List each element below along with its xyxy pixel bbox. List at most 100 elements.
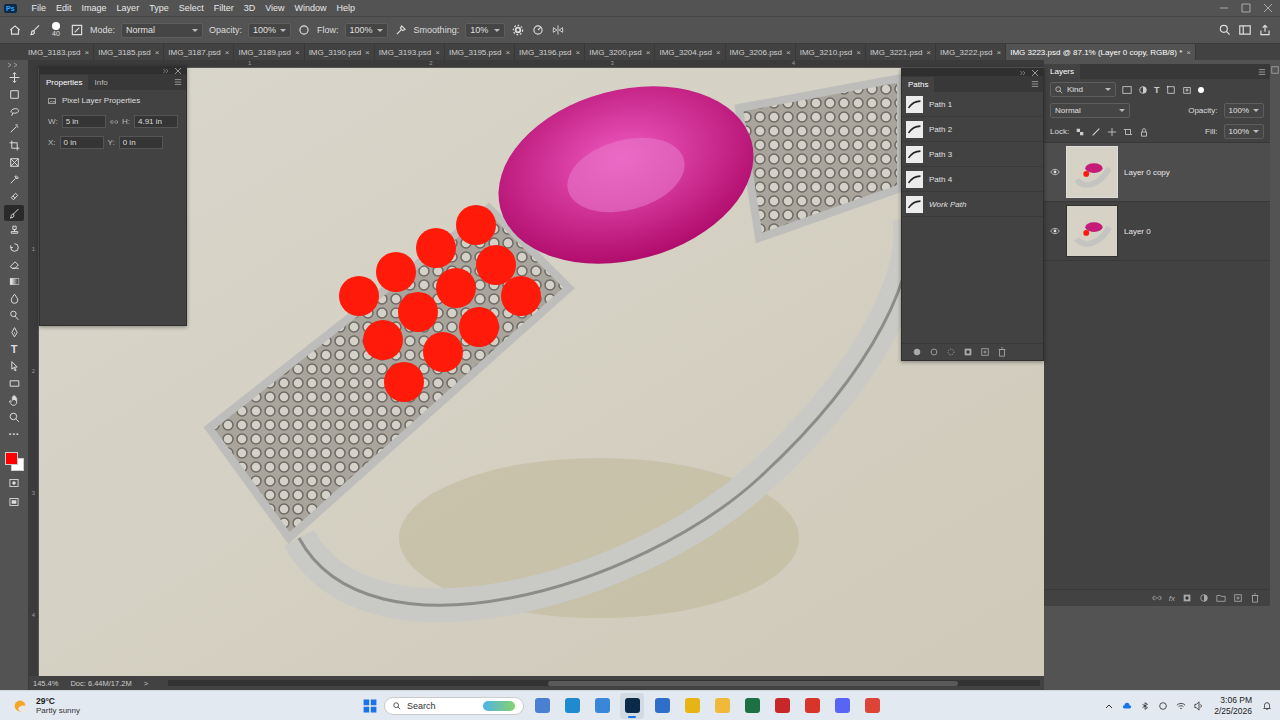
taskbar-app[interactable]: [770, 693, 794, 719]
blend-mode-select[interactable]: Normal: [1050, 103, 1130, 118]
panel-tab[interactable]: Properties: [40, 75, 88, 90]
taskbar-app[interactable]: [650, 693, 674, 719]
adjustment-filter-icon[interactable]: [1138, 85, 1148, 95]
document-tab[interactable]: IMG_3204.psd ×: [655, 44, 725, 60]
taskbar-search[interactable]: Search: [384, 697, 524, 715]
menu-item[interactable]: Filter: [209, 3, 239, 13]
document-tab[interactable]: IMG_3195.psd ×: [445, 44, 515, 60]
tool-button[interactable]: [4, 239, 24, 255]
photoshop-logo[interactable]: Ps: [4, 4, 17, 13]
tool-button[interactable]: [4, 409, 24, 425]
ruler-origin[interactable]: [29, 60, 39, 68]
cloud-icon[interactable]: [1122, 701, 1132, 711]
screen-mode-icon[interactable]: [7, 495, 21, 509]
tab-close-button[interactable]: ×: [786, 48, 791, 57]
document-tab[interactable]: IMG_3200.psd ×: [585, 44, 655, 60]
panel-menu-icon[interactable]: [1031, 80, 1039, 88]
panel-collapse-bar[interactable]: [40, 67, 186, 74]
share-icon[interactable]: [1258, 23, 1272, 37]
visibility-eye-icon[interactable]: [1050, 168, 1060, 176]
load-path-icon[interactable]: [946, 347, 956, 357]
panel-menu-icon[interactable]: [174, 78, 182, 86]
notification-bell-icon[interactable]: [1262, 701, 1272, 711]
taskbar-app[interactable]: [710, 693, 734, 719]
brush-size-picker[interactable]: 40: [48, 22, 64, 38]
tab-close-button[interactable]: ×: [856, 48, 861, 57]
menu-item[interactable]: Type: [144, 3, 174, 13]
filter-toggle[interactable]: [1198, 87, 1204, 93]
type-filter-icon[interactable]: T: [1154, 85, 1160, 95]
menu-item[interactable]: Image: [77, 3, 112, 13]
language-icon[interactable]: [1158, 701, 1168, 711]
lock-artboard-icon[interactable]: [1123, 127, 1133, 137]
tab-close-button[interactable]: ×: [576, 48, 581, 57]
tool-button[interactable]: [4, 358, 24, 374]
volume-icon[interactable]: [1194, 701, 1204, 711]
menu-item[interactable]: File: [27, 3, 52, 13]
taskbar-app[interactable]: [530, 693, 554, 719]
tab-close-button[interactable]: ×: [435, 48, 440, 57]
document-tab[interactable]: IMG_3210.psd ×: [796, 44, 866, 60]
flow-field[interactable]: 100%: [345, 23, 388, 38]
document-tab[interactable]: IMG_3193.psd ×: [375, 44, 445, 60]
symmetry-icon[interactable]: [551, 23, 565, 37]
search-icon[interactable]: [1218, 23, 1232, 37]
workspace-icon[interactable]: [1238, 23, 1252, 37]
panel-collapse-bar[interactable]: [902, 69, 1043, 76]
document-tab[interactable]: IMG_3189.psd ×: [234, 44, 304, 60]
new-path-icon[interactable]: [980, 347, 990, 357]
add-mask-icon[interactable]: [1182, 593, 1192, 603]
link-icon[interactable]: [110, 118, 118, 126]
path-item[interactable]: Work Path: [902, 192, 1043, 217]
document-tab[interactable]: IMG_3196.psd ×: [515, 44, 585, 60]
document-tab[interactable]: IMG_3206.psd ×: [726, 44, 796, 60]
tool-button[interactable]: [4, 256, 24, 272]
mode-select[interactable]: Normal: [121, 23, 203, 38]
lock-transparency-icon[interactable]: [1075, 127, 1085, 137]
panel-tab[interactable]: Layers: [1044, 64, 1080, 79]
document-tab[interactable]: IMG 3223.psd @ 87.1% (Layer 0 copy, RGB/…: [1006, 44, 1196, 60]
tool-button[interactable]: [4, 171, 24, 187]
taskbar-app[interactable]: [800, 693, 824, 719]
smart-object-filter-icon[interactable]: [1182, 85, 1192, 95]
path-item[interactable]: Path 1: [902, 92, 1043, 117]
path-item[interactable]: Path 4: [902, 167, 1043, 192]
color-swatches[interactable]: [4, 451, 24, 471]
tab-close-button[interactable]: ×: [997, 48, 1002, 57]
bluetooth-icon[interactable]: [1140, 701, 1150, 711]
airbrush-icon[interactable]: [394, 23, 408, 37]
layer-row[interactable]: Layer 0 copy: [1044, 143, 1270, 202]
adjustment-layer-icon[interactable]: [1199, 593, 1209, 603]
tool-button[interactable]: [4, 86, 24, 102]
tab-close-button[interactable]: ×: [84, 48, 89, 57]
document-tab[interactable]: IMG_3190.psd ×: [305, 44, 375, 60]
horizontal-ruler[interactable]: 1234: [39, 60, 1044, 68]
menu-item[interactable]: 3D: [239, 3, 261, 13]
brush-preset-icon[interactable]: [28, 23, 42, 37]
tab-close-button[interactable]: ×: [1186, 48, 1191, 57]
tool-button[interactable]: [4, 290, 24, 306]
angle-icon[interactable]: [531, 23, 545, 37]
layer-row[interactable]: Layer 0: [1044, 202, 1270, 261]
fill-field[interactable]: 100%: [1224, 124, 1264, 139]
menu-item[interactable]: Layer: [112, 3, 145, 13]
tool-button[interactable]: ···: [4, 426, 24, 442]
menu-item[interactable]: View: [260, 3, 289, 13]
zoom-level[interactable]: 145.4%: [33, 679, 58, 688]
taskbar-app[interactable]: [740, 693, 764, 719]
pressure-opacity-icon[interactable]: [297, 23, 311, 37]
tool-button[interactable]: [4, 307, 24, 323]
tray-overflow-icon[interactable]: [1104, 701, 1114, 711]
lock-position-icon[interactable]: [1107, 127, 1117, 137]
opacity-field[interactable]: 100%: [248, 23, 291, 38]
tool-button[interactable]: T: [4, 341, 24, 357]
window-controls-icon[interactable]: [1216, 2, 1276, 14]
link-layers-icon[interactable]: [1152, 593, 1162, 603]
document-tab[interactable]: IMG_3185.psd ×: [94, 44, 164, 60]
document-tab[interactable]: IMG_3222.psd ×: [936, 44, 1006, 60]
foreground-color[interactable]: [5, 452, 18, 465]
visibility-eye-icon[interactable]: [1050, 227, 1060, 235]
layer-opacity-field[interactable]: 100%: [1224, 103, 1264, 118]
document-tab[interactable]: IMG_3183.psd ×: [24, 44, 94, 60]
tab-close-button[interactable]: ×: [295, 48, 300, 57]
